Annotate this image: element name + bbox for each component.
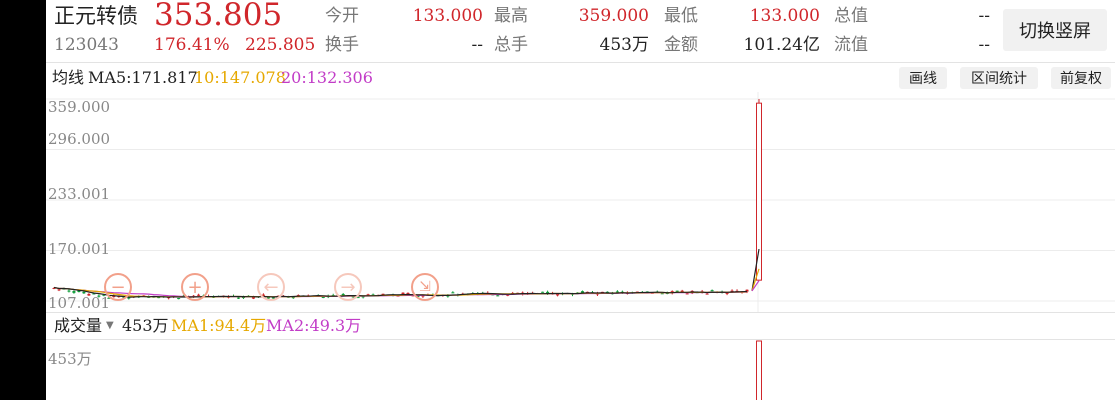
field-label: 流值 xyxy=(834,35,868,55)
last-candle xyxy=(756,102,762,281)
stock-code: 123043 xyxy=(54,35,119,55)
candle xyxy=(321,296,325,298)
field-value: -- xyxy=(978,35,991,55)
field-value: 101.24亿 xyxy=(743,35,820,55)
candle xyxy=(685,293,689,295)
stock-name: 正元转债 xyxy=(54,4,138,28)
switch-portrait-button[interactable]: 切换竖屏 xyxy=(1003,9,1107,51)
volume-selector[interactable]: 成交量 xyxy=(54,318,102,334)
stage: 正元转债 353.805 123043 176.41% 225.805 今开 13… xyxy=(46,0,1115,400)
forward-adjust-button[interactable]: 前复权 xyxy=(1051,67,1111,89)
y-tick-label: 359.000 xyxy=(48,98,111,116)
dropdown-arrow-icon[interactable]: ▼ xyxy=(106,321,114,331)
candle xyxy=(541,291,545,293)
field-value: 359.000 xyxy=(578,6,649,26)
field-value: 453万 xyxy=(599,35,649,55)
candle xyxy=(57,289,61,291)
candle xyxy=(496,295,500,297)
volume-bar xyxy=(756,340,762,400)
candle xyxy=(725,292,729,294)
candle xyxy=(127,297,131,299)
candle xyxy=(705,293,709,295)
candle xyxy=(675,290,679,292)
volume-ma1: MA1:94.4万 xyxy=(171,316,267,335)
minus-icon[interactable]: − xyxy=(104,273,132,301)
candle xyxy=(366,294,370,296)
y-tick-label: 233.001 xyxy=(48,185,111,203)
y-tick-label: 170.001 xyxy=(48,240,111,258)
price: 353.805 xyxy=(154,0,283,33)
candle xyxy=(406,292,410,295)
field-label: 今开 xyxy=(325,6,359,26)
volume-value: 453万 xyxy=(122,316,169,335)
candle xyxy=(236,297,240,299)
volume-axis-top: 453万 xyxy=(48,350,92,368)
candle xyxy=(291,297,295,299)
candle xyxy=(710,290,714,292)
y-tick-label: 107.001 xyxy=(48,294,111,312)
field-value: 133.000 xyxy=(749,6,820,26)
candle xyxy=(660,293,664,295)
candle xyxy=(615,291,619,293)
field-label: 金额 xyxy=(664,35,698,55)
arrow-left-icon[interactable]: ← xyxy=(257,273,285,301)
collapse-icon[interactable]: ⇲ xyxy=(411,273,439,301)
field-label: 总值 xyxy=(834,6,868,26)
volume-chart[interactable] xyxy=(46,340,1115,400)
candle xyxy=(177,298,181,300)
field-value: -- xyxy=(471,35,484,55)
candle xyxy=(72,291,76,293)
ma10-value: 10:147.078 xyxy=(194,68,286,87)
field-value: 133.000 xyxy=(412,6,483,26)
field-label: 最高 xyxy=(494,6,528,26)
volume-ma2: MA2:49.3万 xyxy=(266,316,362,335)
candle xyxy=(67,290,71,292)
change-abs: 225.805 xyxy=(245,35,316,55)
arrow-right-icon[interactable]: → xyxy=(334,273,362,301)
ma5-value: MA5:171.817 xyxy=(88,68,198,87)
plus-icon[interactable]: + xyxy=(181,273,209,301)
ma-label: 均线 xyxy=(52,68,85,87)
field-label: 换手 xyxy=(325,35,359,55)
y-tick-label: 296.000 xyxy=(48,130,111,148)
draw-line-button[interactable]: 画线 xyxy=(899,67,947,89)
field-label: 最低 xyxy=(664,6,698,26)
change-pct: 176.41% xyxy=(154,35,230,55)
field-value: -- xyxy=(978,6,991,26)
candle xyxy=(451,292,455,294)
range-stats-button[interactable]: 区间统计 xyxy=(960,67,1038,89)
ma20-value: 20:132.306 xyxy=(281,68,373,87)
field-label: 总手 xyxy=(494,35,528,55)
